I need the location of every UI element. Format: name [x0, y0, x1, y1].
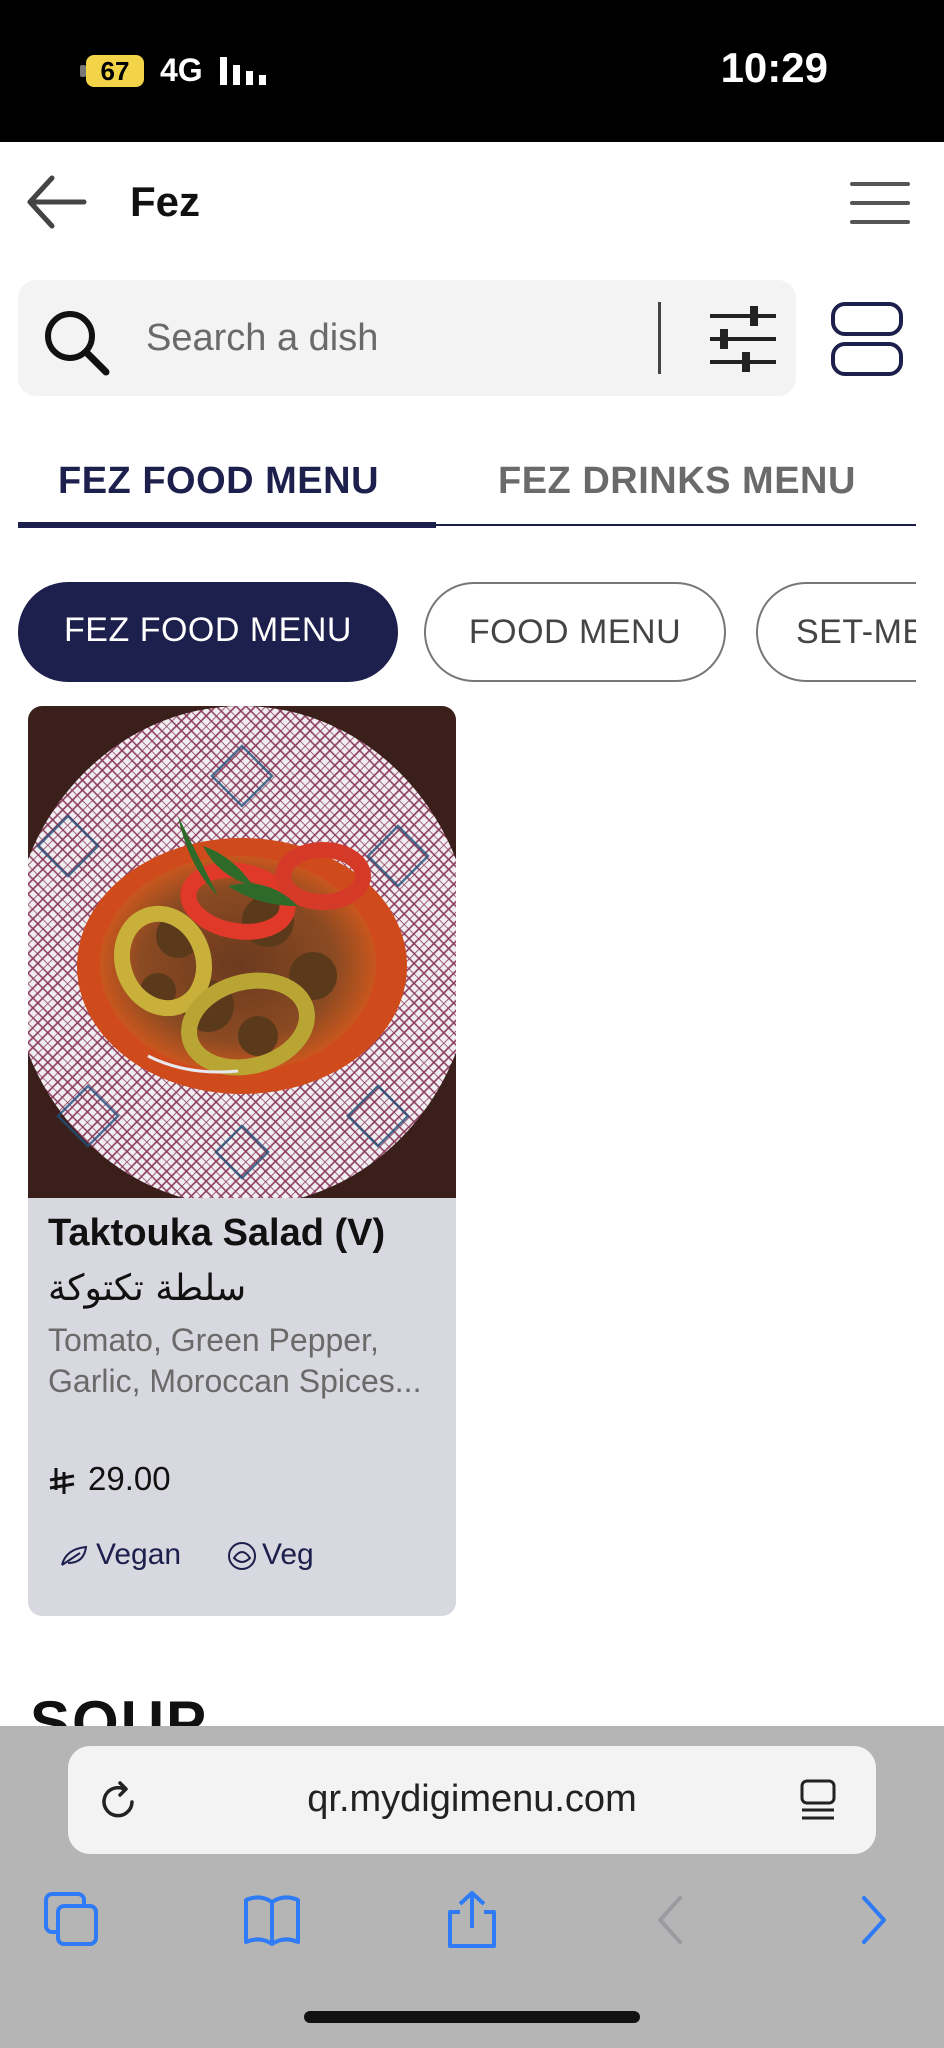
share-icon[interactable]	[442, 1890, 502, 1950]
chip-fez-food-menu[interactable]: FEZ FOOD MENU	[18, 582, 398, 682]
menu-tabs: FEZ FOOD MENU FEZ DRINKS MENU	[18, 440, 916, 528]
back-icon[interactable]	[642, 1890, 702, 1950]
bookmarks-icon[interactable]	[242, 1890, 302, 1950]
url-text: qr.mydigimenu.com	[307, 1778, 637, 1820]
active-tab-indicator	[18, 522, 436, 528]
battery-icon: 67	[80, 55, 144, 87]
back-arrow-icon[interactable]	[24, 172, 88, 232]
vegan-label: Vegan	[96, 1538, 182, 1571]
battery-level: 67	[86, 55, 144, 87]
leaf-icon	[61, 1545, 88, 1566]
dish-card[interactable]: Taktouka Salad (V) سلطة تكتوكة Tomato, G…	[28, 706, 456, 1616]
veg-icon	[228, 1542, 256, 1571]
home-indicator	[304, 2011, 640, 2023]
hamburger-icon[interactable]	[848, 178, 912, 228]
network-type: 4G	[160, 52, 203, 88]
signal-icon	[220, 57, 266, 85]
vegan-badge: Vegan	[60, 1538, 181, 1572]
saudi-riyal-icon	[49, 1468, 75, 1495]
chip-set-menu[interactable]: SET-ME	[756, 582, 916, 682]
tab-fez-drinks-menu[interactable]: FEZ DRINKS MENU	[498, 460, 856, 503]
search-input[interactable]	[146, 312, 646, 364]
dish-arabic-name: سلطة تكتوكة	[48, 1268, 247, 1309]
veg-badge: Veg	[226, 1538, 314, 1572]
tabs-icon[interactable]	[42, 1890, 102, 1950]
search-bar[interactable]	[18, 280, 796, 396]
dish-photo	[28, 706, 456, 1198]
page-title: Fez	[130, 178, 201, 225]
browser-bar: qr.mydigimenu.com	[0, 1726, 944, 2048]
dish-price: 29.00	[88, 1460, 171, 1497]
browser-toolbar	[0, 1880, 944, 1970]
dish-description: Tomato, Green Pepper, Garlic, Moroccan S…	[48, 1322, 422, 1399]
status-bar: 67 4G 10:29	[0, 0, 944, 142]
search-divider	[658, 302, 661, 374]
sliders-icon[interactable]	[706, 304, 780, 374]
category-chips: FEZ FOOD MENU FOOD MENU SET-ME	[18, 580, 916, 686]
forward-icon[interactable]	[842, 1890, 902, 1950]
clock: 10:29	[720, 44, 828, 91]
app-header: Fez	[0, 142, 944, 272]
dish-name: Taktouka Salad (V)	[48, 1212, 386, 1254]
veg-label: Veg	[262, 1538, 314, 1571]
address-bar[interactable]: qr.mydigimenu.com	[68, 1746, 876, 1854]
search-icon	[45, 311, 110, 376]
list-view-icon[interactable]	[830, 300, 904, 378]
chip-food-menu[interactable]: FOOD MENU	[424, 582, 726, 682]
reader-icon[interactable]	[798, 1778, 838, 1822]
tab-fez-food-menu[interactable]: FEZ FOOD MENU	[58, 460, 379, 503]
dish-price-row: 29.00	[48, 1460, 171, 1498]
